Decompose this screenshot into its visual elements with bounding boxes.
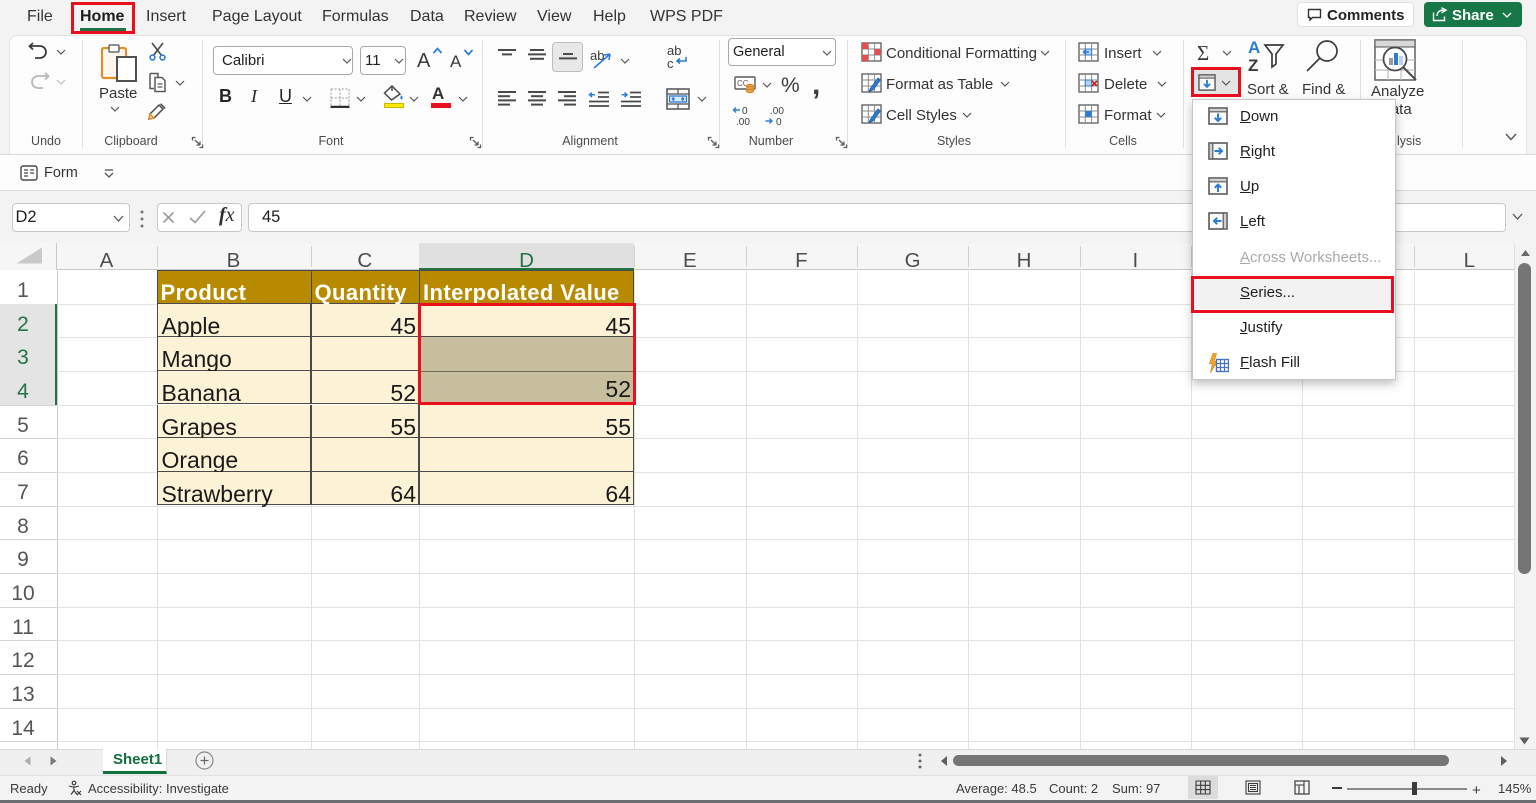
svg-text:0: 0: [776, 117, 782, 127]
svg-text:.00: .00: [770, 106, 784, 117]
svg-text:0: 0: [742, 106, 748, 117]
svg-text:.00: .00: [736, 117, 750, 127]
svg-text:A: A: [1248, 38, 1260, 57]
svg-text:c: c: [667, 56, 674, 70]
svg-text:Z: Z: [1248, 56, 1258, 75]
